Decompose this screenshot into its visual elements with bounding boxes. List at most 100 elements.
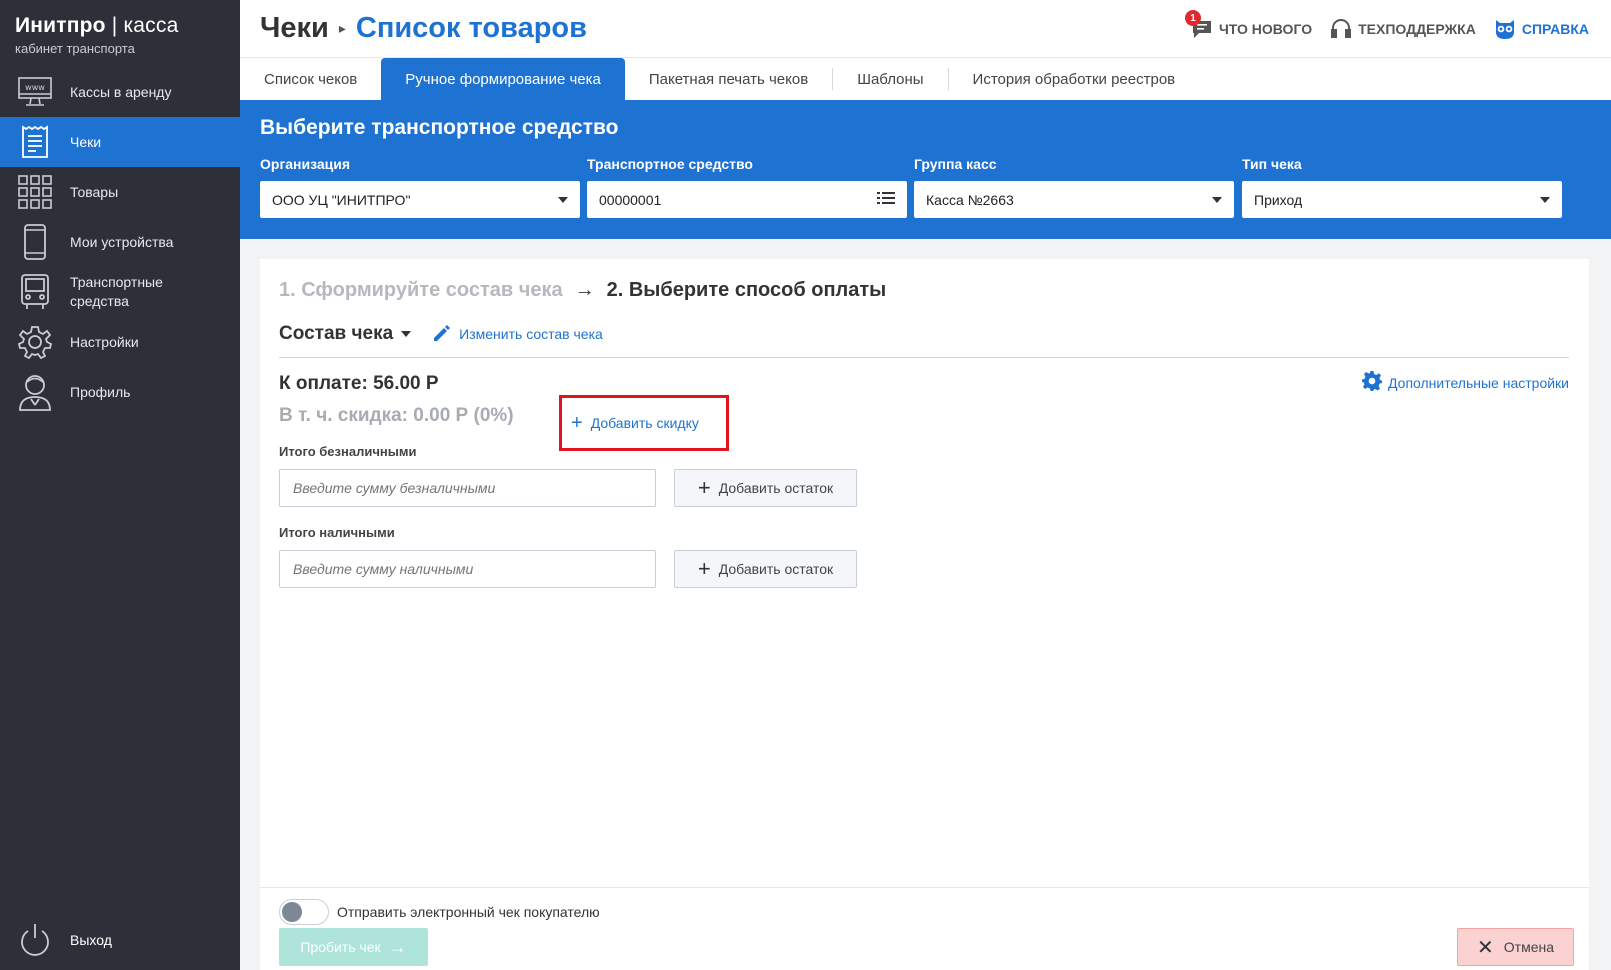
bus-icon bbox=[17, 274, 53, 310]
brand-separator: | bbox=[105, 14, 124, 37]
sidebar-item-rent[interactable]: www Кассы в аренду bbox=[0, 67, 240, 117]
submit-receipt-label: Пробить чек bbox=[300, 939, 381, 955]
sidebar-item-label: Профиль bbox=[70, 383, 131, 400]
sidebar: Инитпро | касса кабинет транспорта www К… bbox=[0, 0, 240, 970]
step-1[interactable]: 1. Сформируйте состав чека bbox=[279, 279, 563, 302]
sidebar-item-label: Кассы в аренду bbox=[70, 83, 172, 100]
divider bbox=[260, 887, 1589, 888]
receipt-type-value: Приход bbox=[1254, 191, 1303, 208]
plus-icon: + bbox=[571, 412, 583, 434]
grid-icon bbox=[17, 174, 53, 210]
receipt-type-field: Тип чека Приход bbox=[1242, 156, 1562, 218]
cash-group-value: Касса №2663 bbox=[926, 191, 1014, 208]
sidebar-item-devices[interactable]: Мои устройства bbox=[0, 217, 240, 267]
list-icon[interactable] bbox=[877, 191, 895, 208]
tab-batch-print[interactable]: Пакетная печать чеков bbox=[625, 58, 832, 100]
help-label: СПРАВКА bbox=[1521, 21, 1589, 37]
add-remainder-cashless-button[interactable]: + Добавить остаток bbox=[674, 469, 857, 507]
arrow-right-icon: → bbox=[574, 279, 595, 301]
amount-to-pay: К оплате: 56.00 Р bbox=[279, 373, 439, 394]
vehicle-panel: Выберите транспортное средство Организац… bbox=[240, 100, 1611, 239]
chevron-down-icon bbox=[558, 196, 568, 203]
header-links: 1 ЧТО НОВОГО ТЕХПОДДЕРЖКА СПРАВКА bbox=[1173, 10, 1589, 40]
sidebar-item-vehicles[interactable]: Транспортные средства bbox=[0, 267, 240, 317]
breadcrumb-root[interactable]: Чеки bbox=[260, 12, 329, 45]
add-discount-button[interactable]: + Добавить скидку bbox=[559, 395, 729, 451]
tab-templates[interactable]: Шаблоны bbox=[833, 58, 947, 100]
compose-row: Состав чека Изменить состав чека bbox=[279, 323, 603, 345]
chevron-down-icon bbox=[1212, 196, 1222, 203]
sidebar-item-receipts[interactable]: Чеки bbox=[0, 117, 240, 167]
headset-icon bbox=[1330, 18, 1352, 40]
sidebar-item-label: Настройки bbox=[70, 333, 139, 350]
user-icon bbox=[17, 374, 53, 411]
tab-registry-history[interactable]: История обработки реестров bbox=[949, 58, 1200, 100]
sidebar-item-label: Чеки bbox=[70, 133, 102, 150]
discount-amount: В т. ч. скидка: 0.00 Р (0%) bbox=[279, 405, 514, 426]
divider bbox=[279, 357, 1569, 358]
sidebar-item-profile[interactable]: Профиль bbox=[0, 367, 240, 417]
svg-text:www: www bbox=[25, 83, 45, 92]
payment-card: 1. Сформируйте состав чека → 2. Выберите… bbox=[260, 259, 1589, 970]
tab-bar: Список чеков Ручное формирование чека Па… bbox=[240, 58, 1611, 100]
breadcrumb-separator-icon: ▸ bbox=[338, 20, 346, 36]
organization-label: Организация bbox=[260, 156, 351, 172]
cash-label: Итого наличными bbox=[279, 525, 395, 540]
add-discount-label: Добавить скидку bbox=[590, 415, 699, 431]
cashless-label: Итого безналичными bbox=[279, 444, 417, 459]
receipt-type-label: Тип чека bbox=[1242, 156, 1302, 172]
organization-select[interactable]: ООО УЦ "ИНИТПРО" bbox=[260, 181, 580, 218]
sidebar-item-label: Транспортные средства bbox=[70, 274, 163, 309]
cancel-button[interactable]: ✕ Отмена bbox=[1457, 928, 1574, 966]
whats-new-label: ЧТО НОВОГО bbox=[1218, 21, 1313, 37]
send-email-row: Отправить электронный чек покупателю bbox=[279, 899, 600, 925]
whats-new-link[interactable]: 1 ЧТО НОВОГО bbox=[1184, 10, 1313, 40]
vehicle-input[interactable]: 00000001 bbox=[587, 181, 907, 218]
sidebar-item-settings[interactable]: Настройки bbox=[0, 317, 240, 367]
sidebar-item-goods[interactable]: Товары bbox=[0, 167, 240, 217]
cash-input[interactable] bbox=[279, 550, 656, 588]
advanced-settings-label: Дополнительные настройки bbox=[1388, 374, 1569, 391]
tab-receipt-list[interactable]: Список чеков bbox=[240, 58, 381, 100]
add-remainder-label: Добавить остаток bbox=[718, 561, 834, 577]
chevron-down-icon bbox=[1540, 196, 1550, 203]
brand-title: Инитпро | касса bbox=[15, 14, 225, 38]
receipt-type-select[interactable]: Приход bbox=[1242, 181, 1562, 218]
edit-composition-label: Изменить состав чека bbox=[459, 326, 603, 342]
plus-icon: + bbox=[697, 556, 711, 581]
edit-composition-link[interactable]: Изменить состав чека bbox=[433, 324, 603, 345]
page-title: Список товаров bbox=[355, 12, 587, 44]
logout-label: Выход bbox=[70, 931, 112, 948]
advanced-settings-link[interactable]: Дополнительные настройки bbox=[1362, 371, 1569, 394]
cashless-input[interactable] bbox=[279, 469, 656, 507]
logout-button[interactable]: Выход bbox=[0, 910, 240, 970]
vehicle-value: 00000001 bbox=[599, 191, 662, 208]
sidebar-item-label: Мои устройства bbox=[70, 233, 174, 250]
vehicle-panel-title: Выберите транспортное средство bbox=[260, 116, 619, 139]
compose-title: Состав чека bbox=[279, 323, 394, 344]
owl-icon bbox=[1494, 18, 1516, 40]
steps: 1. Сформируйте состав чека → 2. Выберите… bbox=[279, 279, 886, 302]
tab-manual-receipt[interactable]: Ручное формирование чека bbox=[381, 58, 625, 100]
help-link[interactable]: СПРАВКА bbox=[1494, 18, 1589, 40]
plus-icon: + bbox=[697, 475, 711, 500]
toggle-knob bbox=[282, 902, 302, 922]
send-email-toggle[interactable] bbox=[279, 899, 329, 925]
gear-icon bbox=[1362, 371, 1383, 394]
header: Чеки ▸ Список товаров 1 ЧТО НОВОГО ТЕХПО… bbox=[240, 0, 1611, 58]
add-remainder-cash-button[interactable]: + Добавить остаток bbox=[674, 550, 857, 588]
cash-group-select[interactable]: Касса №2663 bbox=[914, 181, 1234, 218]
brand: Инитпро | касса кабинет транспорта bbox=[0, 0, 240, 67]
compose-toggle[interactable]: Состав чека bbox=[279, 323, 412, 345]
cash-group-field: Группа касс Касса №2663 bbox=[914, 156, 1234, 218]
organization-field: Организация ООО УЦ "ИНИТПРО" bbox=[260, 156, 580, 218]
brand-second: касса bbox=[123, 14, 179, 37]
brand-subtitle: кабинет транспорта bbox=[15, 41, 135, 56]
support-link[interactable]: ТЕХПОДДЕРЖКА bbox=[1330, 18, 1476, 40]
power-icon bbox=[17, 922, 53, 958]
breadcrumb: Чеки ▸ Список товаров bbox=[260, 12, 587, 45]
submit-receipt-button[interactable]: Пробить чек → bbox=[279, 928, 428, 966]
cash-group-label: Группа касс bbox=[914, 156, 997, 172]
brand-main: Инитпро bbox=[15, 14, 106, 37]
gear-icon bbox=[17, 324, 53, 360]
